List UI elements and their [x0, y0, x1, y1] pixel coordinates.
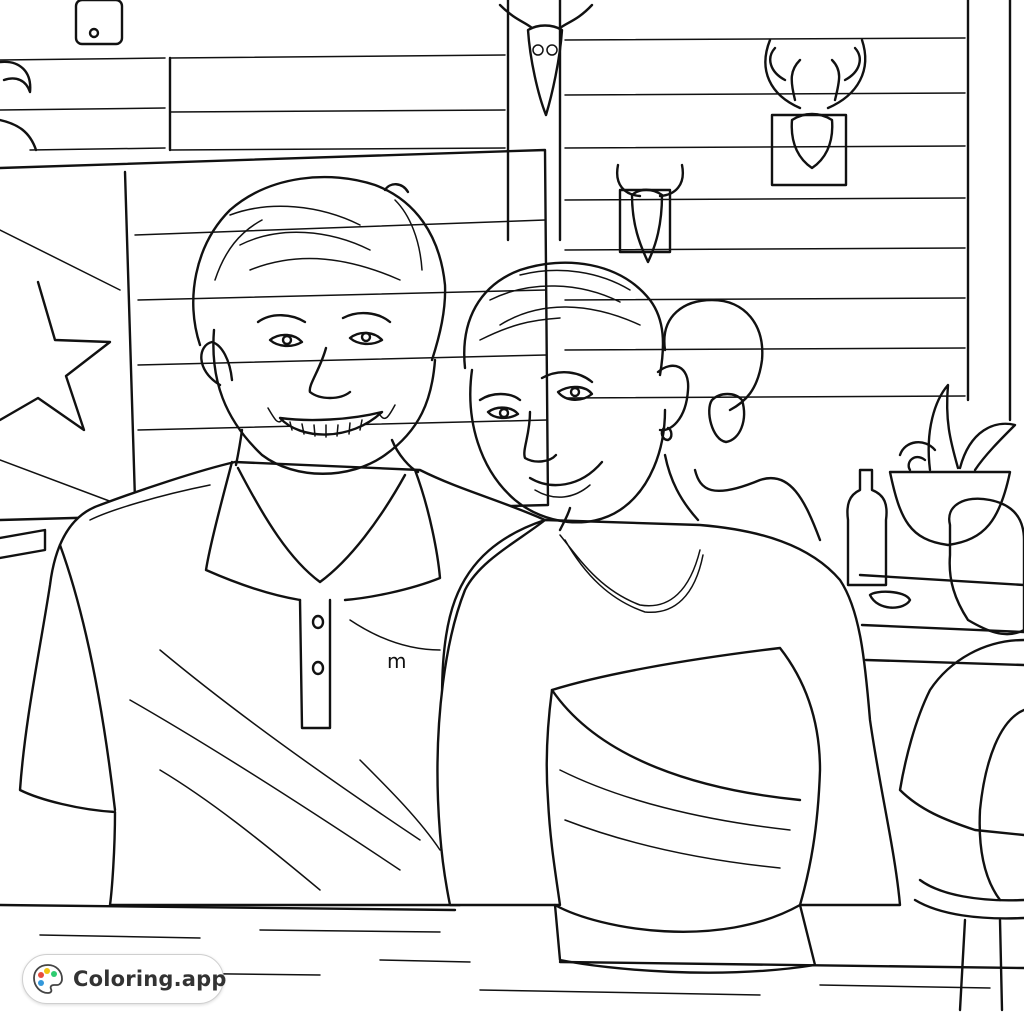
- sauce-bottle: [846, 468, 888, 587]
- palette-icon: [33, 964, 63, 994]
- background-child: [898, 497, 1024, 837]
- brand-name: Coloring.app: [73, 967, 227, 991]
- strapless-top: [436, 518, 902, 907]
- background-woman: [663, 298, 822, 542]
- line-art-canvas: m: [0, 0, 1024, 1012]
- coloring-page-illustration: m: [0, 0, 1024, 1024]
- skull-decoration-top: [498, 3, 594, 117]
- woman-figure: [436, 261, 902, 974]
- horn-decoration: [0, 60, 38, 152]
- shirt-logo: m: [387, 649, 406, 673]
- wall-phone: [74, 0, 124, 46]
- deer-antler-mount: [764, 38, 867, 187]
- wooden-chair: [913, 708, 1024, 1012]
- bull-skull-mount: [615, 163, 685, 264]
- coloring-app-watermark[interactable]: Coloring.app: [22, 954, 227, 1004]
- flag-star: [0, 280, 112, 432]
